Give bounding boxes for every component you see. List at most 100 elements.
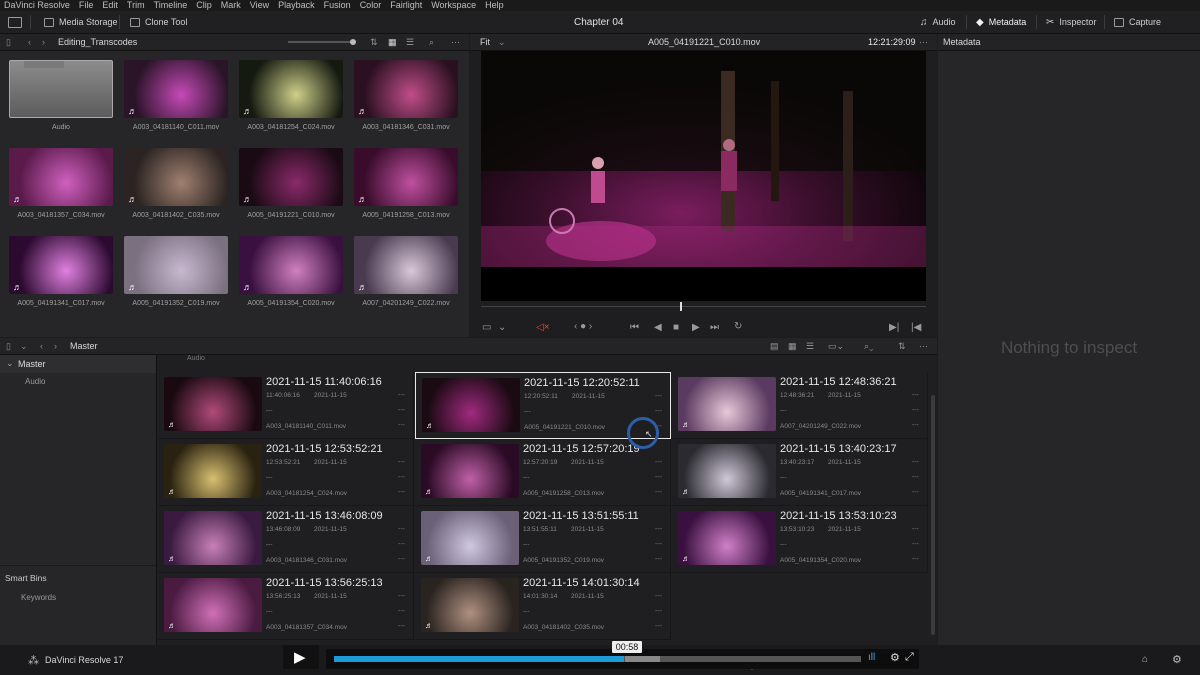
- panel-toggle-button[interactable]: [8, 11, 22, 33]
- clip-card[interactable]: ♬ 2021-11-15 12:48:36:21 12:48:36:21 2021-1…: [672, 372, 928, 439]
- play-reverse-icon[interactable]: ◀: [654, 322, 662, 333]
- safe-area-icon[interactable]: ▭: [482, 322, 491, 333]
- skip-to-end-icon[interactable]: ⏭: [710, 322, 719, 333]
- music-note-icon: ♬: [243, 106, 252, 116]
- clip-card[interactable]: ♬ 2021-11-15 13:56:25:13 13:56:25:13 2021-1…: [158, 573, 414, 640]
- menu-fusion[interactable]: Fusion: [324, 0, 351, 11]
- media-thumbnail[interactable]: ♬: [354, 148, 458, 206]
- grid-view-icon[interactable]: ▦: [388, 34, 397, 50]
- keywords-bin[interactable]: Keywords: [21, 593, 56, 602]
- audio-folder-label[interactable]: Audio: [187, 355, 205, 362]
- zoom-slider-handle[interactable]: [350, 39, 356, 45]
- menu-color[interactable]: Color: [360, 0, 382, 11]
- chevron-down-icon[interactable]: ⌄: [498, 322, 506, 333]
- sidebar-toggle-icon[interactable]: ▯: [6, 34, 11, 50]
- clip-card[interactable]: ♬ 2021-11-15 14:01:30:14 14:01:30:14 2021-1…: [415, 573, 671, 640]
- forward-arrow-icon[interactable]: ›: [54, 338, 57, 354]
- mark-out-icon[interactable]: |◀: [911, 322, 921, 333]
- menu-timeline[interactable]: Timeline: [154, 0, 188, 11]
- stop-icon[interactable]: ■: [673, 322, 679, 333]
- capture-button[interactable]: Capture: [1114, 11, 1161, 33]
- audio-folder[interactable]: [9, 60, 113, 118]
- clip-card[interactable]: ♬ 2021-11-15 13:40:23:17 13:40:23:17 2021-1…: [672, 439, 928, 506]
- more-options-icon[interactable]: ···: [919, 338, 928, 354]
- menu-view[interactable]: View: [250, 0, 269, 11]
- media-storage-button[interactable]: Media Storage: [44, 11, 118, 33]
- zoom-slider[interactable]: [288, 41, 354, 43]
- list-view-icon[interactable]: ☰: [806, 338, 814, 354]
- skip-to-start-icon[interactable]: ⏮: [630, 322, 639, 333]
- menu-fairlight[interactable]: Fairlight: [390, 0, 422, 11]
- media-thumbnail[interactable]: ♬: [9, 236, 113, 294]
- metadata-view-icon[interactable]: ▤: [770, 338, 779, 354]
- video-play-button[interactable]: ▶: [283, 645, 319, 669]
- zoom-fit-dropdown[interactable]: Fit: [480, 34, 490, 50]
- bin-tree-audio[interactable]: Audio: [25, 377, 45, 386]
- clip-date: 2021-11-15: [828, 392, 861, 399]
- volume-icon[interactable]: ıll: [868, 652, 875, 663]
- menu-app[interactable]: DaVinci Resolve: [4, 0, 70, 11]
- back-arrow-icon[interactable]: ‹: [28, 34, 31, 50]
- clip-card[interactable]: ♬ 2021-11-15 13:46:08:09 13:46:08:09 2021-1…: [158, 506, 414, 573]
- menu-help[interactable]: Help: [485, 0, 504, 11]
- scrollbar[interactable]: [931, 395, 935, 635]
- media-thumbnail[interactable]: ♬: [354, 236, 458, 294]
- bin-tree-master[interactable]: ⌄ Master: [0, 355, 156, 373]
- clip-size-icon[interactable]: ▭⌄: [828, 338, 844, 354]
- smart-bins-label: Smart Bins: [5, 573, 47, 583]
- media-thumbnail[interactable]: ♬: [124, 236, 228, 294]
- home-icon[interactable]: ⌂: [1142, 654, 1148, 665]
- mute-icon[interactable]: ◁×: [536, 322, 550, 333]
- chevron-down-icon: ⌄: [6, 358, 14, 368]
- clip-card[interactable]: ♬ 2021-11-15 12:57:20:19 12:57:20:19 2021-1…: [415, 439, 671, 506]
- music-note-icon: ♬: [425, 487, 433, 496]
- clip-card[interactable]: ♬ 2021-11-15 12:53:52:21 12:53:52:21 2021-1…: [158, 439, 414, 506]
- more-options-icon[interactable]: ···: [451, 34, 460, 50]
- more-options-icon[interactable]: ···: [919, 34, 928, 50]
- viewer-clip-name[interactable]: A005_04191221_C010.mov: [648, 34, 760, 50]
- gear-icon[interactable]: ⚙: [1172, 653, 1182, 666]
- menu-trim[interactable]: Trim: [127, 0, 145, 11]
- forward-arrow-icon[interactable]: ›: [42, 34, 45, 50]
- inspector-icon: ✂: [1046, 16, 1055, 28]
- list-view-icon[interactable]: ☰: [406, 34, 414, 50]
- loop-icon[interactable]: ↻: [734, 321, 742, 332]
- media-thumbnail[interactable]: ♬: [124, 60, 228, 118]
- media-thumbnail[interactable]: ♬: [239, 60, 343, 118]
- scrubber-playhead[interactable]: [680, 302, 682, 311]
- menu-playback[interactable]: Playback: [278, 0, 315, 11]
- media-thumbnail[interactable]: ♬: [9, 148, 113, 206]
- menu-edit[interactable]: Edit: [102, 0, 118, 11]
- menu-workspace[interactable]: Workspace: [431, 0, 476, 11]
- grid-view-icon[interactable]: ▦: [788, 338, 797, 354]
- inspector-button[interactable]: ✂ Inspector: [1046, 11, 1096, 33]
- jog-control[interactable]: ‹ ● ›: [574, 321, 592, 332]
- clip-card[interactable]: ♬ 2021-11-15 11:40:06:16 11:40:06:16 2021-1…: [158, 372, 414, 439]
- menu-file[interactable]: File: [79, 0, 94, 11]
- clone-tool-button[interactable]: Clone Tool: [130, 11, 187, 33]
- audio-button[interactable]: ♫ Audio: [920, 11, 956, 33]
- play-icon[interactable]: ▶: [692, 322, 700, 333]
- chevron-down-icon[interactable]: ⌄: [20, 338, 28, 354]
- media-thumbnail[interactable]: ♬: [239, 236, 343, 294]
- fullscreen-icon[interactable]: ⤢: [905, 651, 914, 664]
- mark-in-icon[interactable]: ▶|: [889, 322, 899, 333]
- viewer-scrubber[interactable]: [481, 306, 926, 307]
- media-thumbnail-label: A007_04201249_C022.mov: [362, 300, 450, 307]
- sidebar-toggle-icon[interactable]: ▯: [6, 338, 11, 354]
- sort-icon[interactable]: ⇅: [370, 34, 378, 50]
- menu-clip[interactable]: Clip: [196, 0, 212, 11]
- clip-card[interactable]: ♬ 2021-11-15 13:53:10:23 13:53:10:23 2021-1…: [672, 506, 928, 573]
- sort-icon[interactable]: ⇅: [898, 338, 906, 354]
- search-icon[interactable]: ⌕⌄: [864, 338, 873, 354]
- search-icon[interactable]: ⌕: [429, 34, 434, 50]
- video-progress-track[interactable]: [334, 656, 861, 662]
- menu-mark[interactable]: Mark: [221, 0, 241, 11]
- metadata-button[interactable]: ◆ Metadata: [976, 11, 1026, 33]
- back-arrow-icon[interactable]: ‹: [40, 338, 43, 354]
- gear-icon[interactable]: ⚙: [890, 651, 900, 664]
- media-thumbnail[interactable]: ♬: [124, 148, 228, 206]
- media-thumbnail[interactable]: ♬: [239, 148, 343, 206]
- clip-card[interactable]: ♬ 2021-11-15 13:51:55:11 13:51:55:11 2021-1…: [415, 506, 671, 573]
- media-thumbnail[interactable]: ♬: [354, 60, 458, 118]
